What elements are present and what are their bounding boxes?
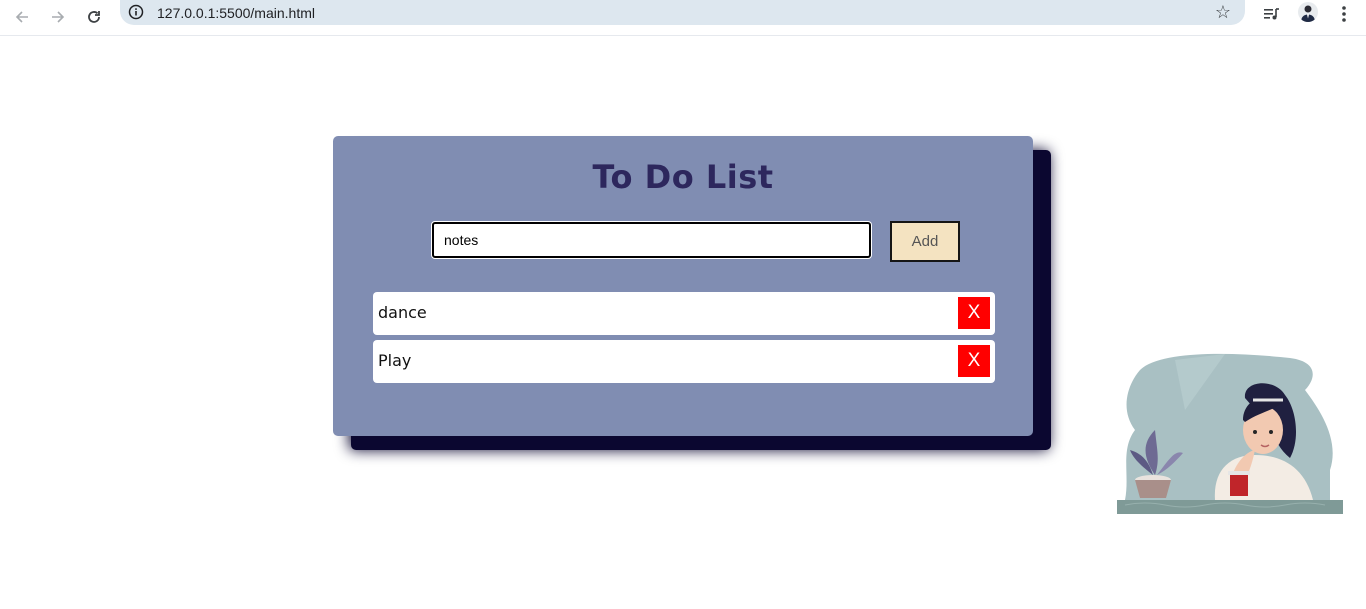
back-button[interactable] [8,3,36,31]
task-input[interactable] [432,222,871,258]
delete-button[interactable]: X [958,297,990,329]
reload-icon [88,11,100,23]
todo-card: To Do List Add dance X Play X [333,136,1033,436]
woman-with-coffee-illustration [1117,353,1343,514]
address-bar[interactable]: 127.0.0.1:5500/main.html ☆ [120,0,1245,25]
delete-button[interactable]: X [958,345,990,377]
arrow-right-icon [52,11,65,23]
url-text[interactable]: 127.0.0.1:5500/main.html [157,5,315,21]
reload-button[interactable] [80,3,108,31]
arrow-left-icon [15,11,28,23]
task-text: dance [378,303,427,322]
task-list: dance X Play X [373,292,995,388]
avatar[interactable] [1298,2,1318,22]
star-icon[interactable]: ☆ [1215,2,1231,23]
task-text: Play [378,351,412,370]
info-icon[interactable] [128,4,144,20]
browser-toolbar: 127.0.0.1:5500/main.html ☆ [0,0,1366,36]
media-queue-icon[interactable] [1259,2,1285,26]
add-button[interactable]: Add [890,221,960,262]
forward-button[interactable] [44,3,72,31]
list-item: dance X [373,292,995,335]
kebab-menu-icon[interactable] [1331,2,1357,26]
list-item: Play X [373,340,995,383]
page-title: To Do List [592,158,774,196]
